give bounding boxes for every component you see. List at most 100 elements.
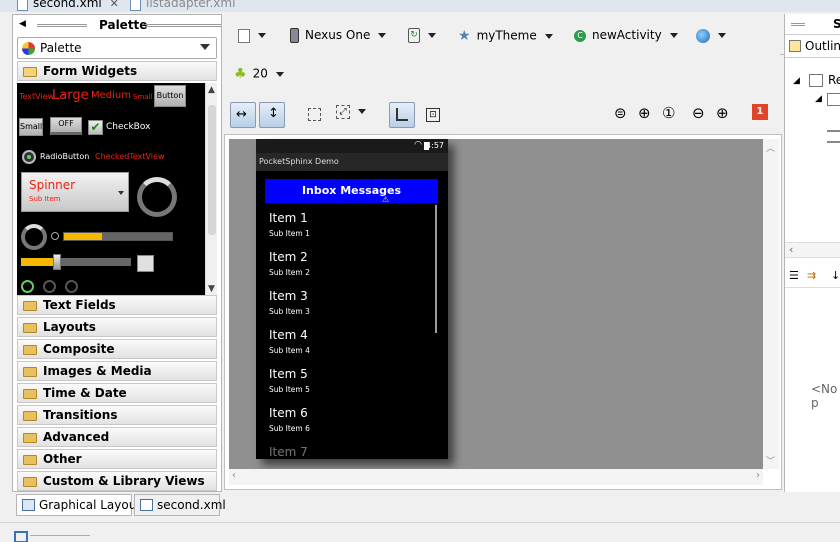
scroll-left-icon[interactable]: ‹ bbox=[789, 243, 793, 256]
sort-icon[interactable]: ↓ bbox=[831, 269, 840, 282]
tree-node-label[interactable]: Re bbox=[828, 73, 840, 87]
palette-header: ◀ Palette bbox=[13, 15, 221, 35]
globe-icon bbox=[696, 28, 710, 43]
outline-hscrollbar[interactable]: ‹ bbox=[785, 242, 840, 258]
chevron-down-icon bbox=[200, 44, 210, 50]
widget-seek-bar[interactable] bbox=[21, 254, 131, 270]
filter-icon[interactable]: ⇉ bbox=[807, 269, 816, 282]
widget-button[interactable]: Button bbox=[154, 85, 186, 107]
category-custom-library-views[interactable]: Custom & Library Views bbox=[17, 471, 217, 491]
list-item[interactable]: Item 4 Sub Item 4 bbox=[269, 325, 429, 364]
inbox-header[interactable]: Inbox Messages bbox=[265, 179, 438, 203]
scroll-down-icon[interactable]: ▼ bbox=[208, 284, 215, 294]
widget-medium-text[interactable]: Medium bbox=[91, 90, 131, 101]
device-preview[interactable]: ◠ 4:57 PocketSphinx Demo Inbox Messages … bbox=[256, 139, 448, 459]
widget-textview[interactable]: TextView bbox=[19, 92, 54, 101]
theme-dropdown[interactable]: ★ myTheme bbox=[458, 28, 553, 50]
palette-mode-dropdown[interactable]: Palette bbox=[17, 37, 217, 59]
widget-spinner[interactable]: Spinner Sub Item bbox=[21, 172, 129, 212]
android-icon: ♣ bbox=[234, 66, 247, 82]
tab-xml-source[interactable]: second.xml bbox=[134, 494, 226, 516]
chevron-down-icon bbox=[118, 191, 124, 195]
api-level-dropdown[interactable]: ♣ 20 bbox=[234, 66, 284, 88]
canvas-horizontal-scrollbar[interactable]: ‹ › bbox=[229, 469, 763, 485]
toggle-fill-height-button[interactable]: ↕ bbox=[259, 102, 285, 128]
zoom-to-fit-button[interactable]: ⊜ bbox=[614, 104, 636, 126]
properties-toolbar: ☰ ⇉ ↓ bbox=[785, 266, 840, 288]
chevron-down-icon bbox=[275, 71, 284, 77]
category-form-widgets[interactable]: Form Widgets bbox=[17, 61, 217, 81]
layout-canvas[interactable]: ◠ 4:57 PocketSphinx Demo Inbox Messages … bbox=[229, 139, 763, 469]
scroll-up-icon[interactable]: ▲ bbox=[208, 85, 215, 95]
collapse-triangle-icon[interactable]: ◀ bbox=[19, 19, 26, 29]
toggle-fill-width-button[interactable]: ↔ bbox=[230, 102, 256, 128]
palette-scrollbar[interactable]: ▲ ▼ bbox=[205, 83, 217, 296]
device-status-bar: ◠ 4:57 bbox=[256, 139, 448, 153]
config-chooser[interactable] bbox=[238, 28, 266, 50]
category-transitions[interactable]: Transitions bbox=[17, 405, 217, 425]
seek-thumb[interactable] bbox=[53, 254, 62, 270]
category-layouts[interactable]: Layouts bbox=[17, 317, 217, 337]
xml-file-icon bbox=[140, 499, 153, 511]
palette-title: Palette bbox=[99, 18, 148, 32]
structure-button[interactable]: ⊡ bbox=[422, 104, 444, 126]
tree-expand-icon[interactable]: ◢ bbox=[815, 94, 822, 104]
device-dropdown[interactable]: Nexus One bbox=[290, 28, 387, 50]
scroll-left-icon[interactable]: ‹ bbox=[232, 470, 236, 481]
check-icon[interactable]: ✔ bbox=[88, 120, 103, 135]
zoom-real-button[interactable]: ⊕ bbox=[638, 104, 660, 126]
folder-icon bbox=[23, 411, 37, 421]
widget-toggle-button[interactable]: OFF bbox=[50, 117, 82, 135]
category-label: Custom & Library Views bbox=[43, 474, 205, 488]
category-advanced[interactable]: Advanced bbox=[17, 427, 217, 447]
scroll-thumb[interactable] bbox=[208, 105, 216, 235]
scroll-right-icon[interactable]: › bbox=[756, 470, 760, 481]
list-item-subtitle: Sub Item 6 bbox=[269, 424, 310, 433]
zoom-in-button[interactable]: ⊕ bbox=[716, 104, 738, 126]
list-item[interactable]: Item 5 Sub Item 5 bbox=[269, 364, 429, 403]
radio-icon[interactable] bbox=[22, 150, 36, 164]
category-other[interactable]: Other bbox=[17, 449, 217, 469]
widget-small-text[interactable]: Small bbox=[133, 93, 152, 101]
scroll-down-icon[interactable]: ﹀ bbox=[766, 454, 775, 467]
resize-dropdown[interactable]: ⤢ bbox=[336, 104, 366, 126]
widget-checked-textview[interactable]: CheckedTextView bbox=[95, 152, 165, 161]
category-time-date[interactable]: Time & Date bbox=[17, 383, 217, 403]
zoom-out-button[interactable]: ⊖ bbox=[692, 104, 714, 126]
canvas-vertical-scrollbar[interactable]: ︿ ﹀ bbox=[763, 139, 779, 469]
category-images-media[interactable]: Images & Media bbox=[17, 361, 217, 381]
activity-dropdown[interactable]: CnewActivity bbox=[574, 28, 678, 50]
tab-listadapter-xml[interactable]: listadapter.xml bbox=[128, 0, 235, 12]
zoom-real-icon: ⊕ bbox=[638, 104, 651, 122]
locale-dropdown[interactable] bbox=[696, 28, 726, 50]
palette-mode-label: Palette bbox=[40, 41, 82, 55]
editor-tab-bar: second.xml ✕ listadapter.xml bbox=[0, 0, 840, 12]
orientation-dropdown[interactable]: ↻ bbox=[408, 28, 436, 50]
list-item[interactable]: Item 7 bbox=[269, 442, 429, 459]
list-item[interactable]: Item 2 Sub Item 2 bbox=[269, 247, 429, 286]
tree-expand-icon[interactable]: ◢ bbox=[793, 76, 800, 86]
list-item[interactable]: Item 1 Sub Item 1 bbox=[269, 208, 429, 247]
margins-button[interactable] bbox=[304, 104, 326, 126]
category-text-fields[interactable]: Text Fields bbox=[17, 295, 217, 315]
tab-graphical-layout[interactable]: Graphical Layout bbox=[16, 494, 141, 516]
tab-second-xml[interactable]: second.xml ✕ bbox=[15, 0, 119, 12]
widget-radio-button[interactable]: RadioButton bbox=[40, 152, 89, 161]
list-item[interactable]: Item 6 Sub Item 6 bbox=[269, 403, 429, 442]
error-count-badge[interactable]: 1 bbox=[752, 104, 768, 120]
widget-large-text[interactable]: Large bbox=[52, 88, 89, 103]
rating-star-icon bbox=[65, 280, 78, 293]
widget-checkbox[interactable]: CheckBox bbox=[106, 122, 150, 132]
zoom-100-button[interactable]: ① bbox=[662, 104, 684, 126]
list-view-icon[interactable]: ☰ bbox=[789, 269, 799, 282]
category-composite[interactable]: Composite bbox=[17, 339, 217, 359]
list-scrollbar bbox=[435, 205, 437, 333]
folder-icon bbox=[23, 323, 37, 333]
scroll-up-icon[interactable]: ︿ bbox=[766, 141, 775, 154]
list-item[interactable]: Item 3 Sub Item 3 bbox=[269, 286, 429, 325]
show-layout-button[interactable] bbox=[389, 102, 415, 128]
device-action-bar: PocketSphinx Demo bbox=[256, 153, 448, 171]
widget-small-button[interactable]: Small bbox=[19, 118, 43, 136]
outline-tab[interactable]: Outlin bbox=[785, 34, 840, 58]
close-icon[interactable]: ✕ bbox=[110, 0, 119, 10]
